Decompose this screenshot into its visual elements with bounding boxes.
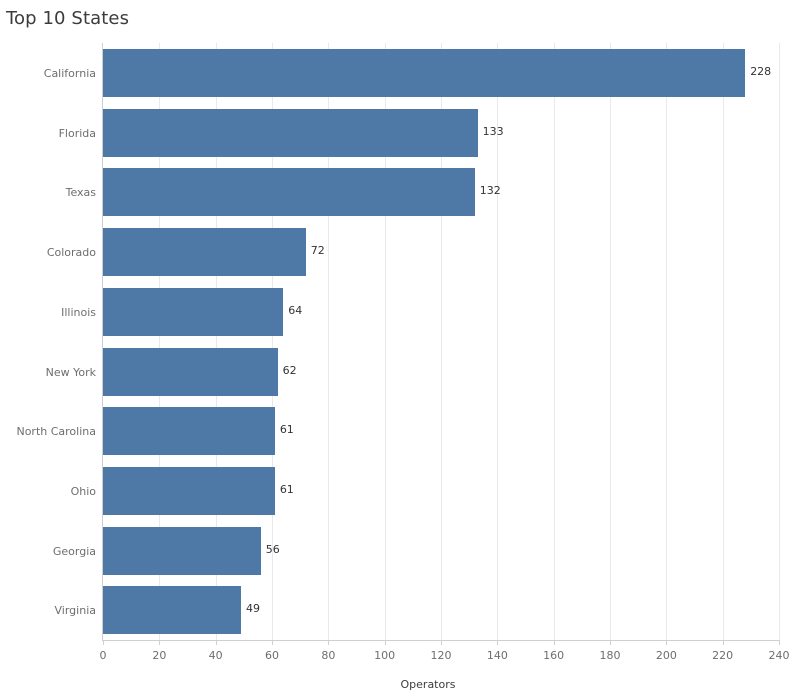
y-axis-label-north-carolina: North Carolina — [16, 425, 96, 439]
plot-area: 228 133 132 72 64 62 61 61 56 49 — [103, 43, 780, 640]
bar-row: 72 — [103, 222, 779, 282]
x-tick-mark-160 — [553, 641, 555, 645]
bar[interactable] — [103, 586, 242, 635]
x-tick-label-60: 60 — [265, 649, 279, 662]
bar-row: 133 — [103, 103, 779, 163]
x-tick-label-120: 120 — [430, 649, 452, 662]
bar-row: 228 — [103, 43, 779, 103]
y-axis-label-georgia: Georgia — [52, 544, 96, 558]
y-axis-label-california: California — [43, 67, 96, 80]
bar[interactable] — [103, 466, 275, 515]
bar-value-label: 72 — [310, 244, 325, 258]
bar-value-label: 61 — [279, 482, 294, 496]
x-tick-mark-240 — [779, 641, 780, 645]
x-tick-label-160: 160 — [543, 649, 565, 662]
x-tick-mark-100 — [384, 641, 386, 645]
bar[interactable] — [103, 287, 284, 336]
x-tick-mark-220 — [722, 641, 724, 645]
y-axis-label-colorado: Colorado — [46, 246, 96, 260]
x-tick-mark-80 — [328, 641, 330, 645]
bar-row: 132 — [103, 162, 779, 222]
bar[interactable] — [103, 407, 275, 456]
bar[interactable] — [103, 526, 261, 575]
x-axis-title-text: Operators — [400, 678, 456, 691]
x-tick-mark-0 — [103, 641, 104, 645]
x-tick-label-180: 180 — [599, 649, 621, 662]
x-tick-label-20: 20 — [152, 649, 167, 662]
y-axis-category-labels: California Florida Texas Colorado Illinois Ne… — [0, 43, 96, 640]
x-tick-label-220: 220 — [712, 649, 734, 662]
bar-row: 49 — [103, 580, 779, 640]
y-axis-label-texas: Texas — [65, 186, 96, 200]
x-tick-label-80: 80 — [321, 649, 336, 662]
bar-row: 64 — [103, 282, 779, 342]
x-axis-title: Operators — [0, 678, 808, 691]
chart-container: Top 10 States 228 133 132 72 64 62 61 61 56 49 Ca… — [0, 0, 808, 700]
bar-value-label: 64 — [288, 303, 303, 317]
y-axis-label-illinois: Illinois — [61, 305, 96, 319]
y-axis-label-florida: Florida — [58, 126, 96, 140]
x-tick-label-0: 0 — [99, 649, 107, 662]
bar-value-label: 132 — [479, 184, 501, 198]
x-tick-mark-120 — [441, 641, 442, 645]
bar-value-label: 133 — [482, 124, 504, 138]
bar-row: 62 — [103, 342, 779, 402]
bar[interactable] — [103, 49, 746, 97]
x-tick-mark-180 — [610, 641, 611, 645]
x-tick-mark-140 — [497, 641, 499, 645]
x-tick-label-140: 140 — [486, 649, 508, 662]
bar-value-label: 56 — [265, 542, 280, 556]
x-tick-label-100: 100 — [374, 649, 396, 662]
x-tick-mark-20 — [159, 641, 161, 645]
y-axis-label-new-york: New York — [45, 365, 96, 379]
bar-value-label: 61 — [279, 423, 294, 437]
bar[interactable] — [103, 108, 478, 157]
x-tick-label-240: 240 — [768, 649, 790, 662]
x-tick-mark-40 — [215, 641, 217, 645]
y-axis-label-ohio: Ohio — [70, 484, 96, 498]
x-tick-mark-200 — [666, 641, 668, 645]
y-axis-label-virginia: Virginia — [54, 604, 96, 618]
bar-value-label: 228 — [750, 65, 772, 78]
bar-value-label: 49 — [246, 602, 261, 616]
x-tick-mark-60 — [272, 641, 273, 645]
bar-value-label: 62 — [282, 363, 297, 377]
bar[interactable] — [103, 228, 306, 277]
bar[interactable] — [103, 347, 278, 396]
bar[interactable] — [103, 168, 475, 217]
chart-title: Top 10 States — [6, 8, 130, 29]
bar-row: 61 — [103, 401, 779, 461]
gridline-x-240 — [779, 43, 780, 640]
bar-row: 61 — [103, 461, 779, 521]
x-tick-label-40: 40 — [208, 649, 223, 662]
bar-row: 56 — [103, 521, 779, 581]
x-tick-label-200: 200 — [655, 649, 677, 662]
